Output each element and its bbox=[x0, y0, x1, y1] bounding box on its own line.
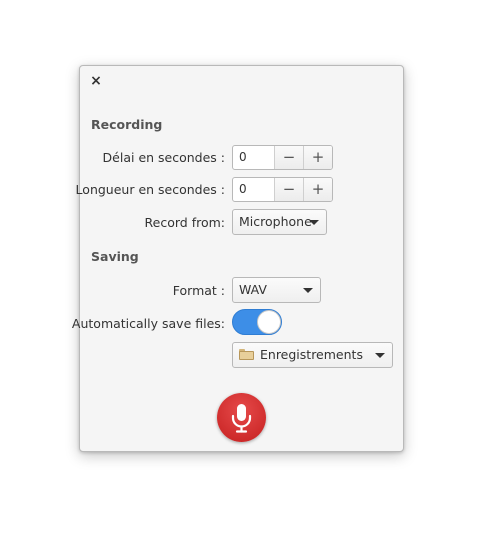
autosave-label: Automatically save files: bbox=[71, 316, 225, 331]
recording-section-title: Recording bbox=[91, 117, 163, 132]
delay-spinbutton[interactable]: 0 − + bbox=[232, 145, 333, 170]
record-from-dropdown[interactable]: Microphone bbox=[232, 209, 327, 235]
record-from-label: Record from: bbox=[144, 215, 225, 230]
chevron-down-icon bbox=[309, 220, 319, 225]
delay-decrement-button[interactable]: − bbox=[274, 146, 303, 169]
folder-chooser[interactable]: Enregistrements bbox=[232, 342, 393, 368]
microphone-icon bbox=[231, 404, 252, 433]
length-decrement-button[interactable]: − bbox=[274, 178, 303, 201]
format-dropdown[interactable]: WAV bbox=[232, 277, 321, 303]
record-button[interactable] bbox=[217, 393, 266, 442]
length-value[interactable]: 0 bbox=[233, 178, 274, 201]
length-label: Longueur en secondes : bbox=[75, 182, 225, 197]
folder-icon bbox=[239, 349, 254, 360]
recorder-window: × Recording Délai en secondes : 0 − + Lo… bbox=[72, 65, 404, 452]
delay-label: Délai en secondes : bbox=[102, 150, 225, 165]
delay-increment-button[interactable]: + bbox=[303, 146, 332, 169]
close-button[interactable]: × bbox=[88, 73, 104, 89]
switch-knob bbox=[257, 310, 281, 334]
record-from-value: Microphone bbox=[239, 214, 312, 229]
delay-value[interactable]: 0 bbox=[233, 146, 274, 169]
format-value: WAV bbox=[239, 282, 267, 297]
format-label: Format : bbox=[172, 283, 225, 298]
length-spinbutton[interactable]: 0 − + bbox=[232, 177, 333, 202]
folder-value: Enregistrements bbox=[260, 347, 363, 362]
chevron-down-icon bbox=[303, 288, 313, 293]
length-increment-button[interactable]: + bbox=[303, 178, 332, 201]
saving-section-title: Saving bbox=[91, 249, 139, 264]
chevron-down-icon bbox=[375, 353, 385, 358]
autosave-switch[interactable] bbox=[232, 309, 282, 335]
